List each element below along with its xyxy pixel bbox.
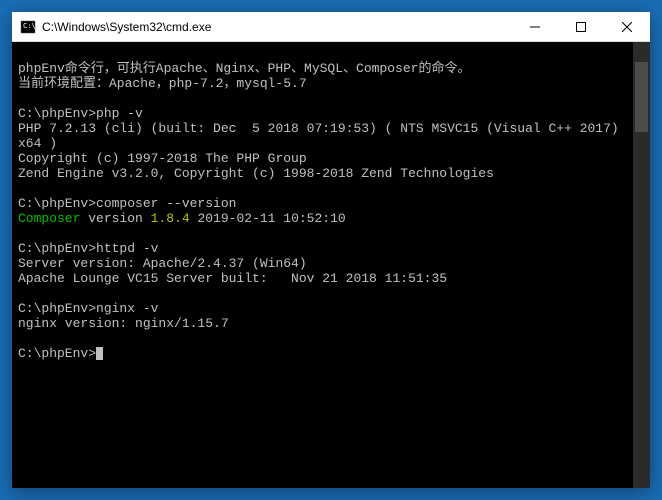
minimize-button[interactable] bbox=[512, 12, 558, 41]
cmd-icon: C:\ bbox=[20, 19, 36, 35]
terminal-body: phpEnv命令行，可执行Apache、Nginx、PHP、MySQL、Comp… bbox=[12, 42, 650, 488]
prompt: C:\phpEnv> bbox=[18, 106, 96, 121]
terminal-line bbox=[18, 181, 627, 196]
terminal-line: C:\phpEnv>composer --version bbox=[18, 196, 627, 211]
terminal-line: PHP 7.2.13 (cli) (built: Dec 5 2018 07:1… bbox=[18, 121, 627, 151]
prompt: C:\phpEnv> bbox=[18, 196, 96, 211]
prompt: C:\phpEnv> bbox=[18, 241, 96, 256]
terminal-line bbox=[18, 46, 627, 61]
command-text: composer --version bbox=[96, 196, 236, 211]
window-title: C:\Windows\System32\cmd.exe bbox=[42, 20, 512, 34]
window-controls bbox=[512, 12, 650, 41]
output-text: 2019-02-11 10:52:10 bbox=[190, 211, 346, 226]
command-text: httpd -v bbox=[96, 241, 158, 256]
close-button[interactable] bbox=[604, 12, 650, 41]
terminal-line bbox=[18, 91, 627, 106]
terminal-line: Server version: Apache/2.4.37 (Win64) bbox=[18, 256, 627, 271]
terminal-line: phpEnv命令行，可执行Apache、Nginx、PHP、MySQL、Comp… bbox=[18, 61, 627, 76]
command-text: php -v bbox=[96, 106, 143, 121]
terminal-line bbox=[18, 286, 627, 301]
prompt: C:\phpEnv> bbox=[18, 346, 96, 361]
terminal-line: Apache Lounge VC15 Server built: Nov 21 … bbox=[18, 271, 627, 286]
svg-text:C:\: C:\ bbox=[23, 22, 36, 30]
terminal-line bbox=[18, 226, 627, 241]
command-text: nginx -v bbox=[96, 301, 158, 316]
output-text: version bbox=[80, 211, 150, 226]
scrollbar[interactable] bbox=[633, 42, 650, 488]
terminal-line: C:\phpEnv>httpd -v bbox=[18, 241, 627, 256]
maximize-button[interactable] bbox=[558, 12, 604, 41]
composer-label: Composer bbox=[18, 211, 80, 226]
terminal-line: C:\phpEnv> bbox=[18, 346, 627, 361]
terminal-line bbox=[18, 331, 627, 346]
prompt: C:\phpEnv> bbox=[18, 301, 96, 316]
scrollbar-thumb[interactable] bbox=[635, 62, 648, 132]
terminal-line: Copyright (c) 1997-2018 The PHP Group bbox=[18, 151, 627, 166]
titlebar[interactable]: C:\ C:\Windows\System32\cmd.exe bbox=[12, 12, 650, 42]
cmd-window: C:\ C:\Windows\System32\cmd.exe phpEnv命令… bbox=[12, 12, 650, 488]
cursor bbox=[96, 347, 103, 360]
terminal-line: Zend Engine v3.2.0, Copyright (c) 1998-2… bbox=[18, 166, 627, 181]
terminal-output[interactable]: phpEnv命令行，可执行Apache、Nginx、PHP、MySQL、Comp… bbox=[12, 42, 633, 488]
terminal-line: Composer version 1.8.4 2019-02-11 10:52:… bbox=[18, 211, 627, 226]
terminal-line: 当前环境配置：Apache，php-7.2，mysql-5.7 bbox=[18, 76, 627, 91]
terminal-line: C:\phpEnv>nginx -v bbox=[18, 301, 627, 316]
terminal-line: nginx version: nginx/1.15.7 bbox=[18, 316, 627, 331]
composer-version: 1.8.4 bbox=[151, 211, 190, 226]
terminal-line: C:\phpEnv>php -v bbox=[18, 106, 627, 121]
